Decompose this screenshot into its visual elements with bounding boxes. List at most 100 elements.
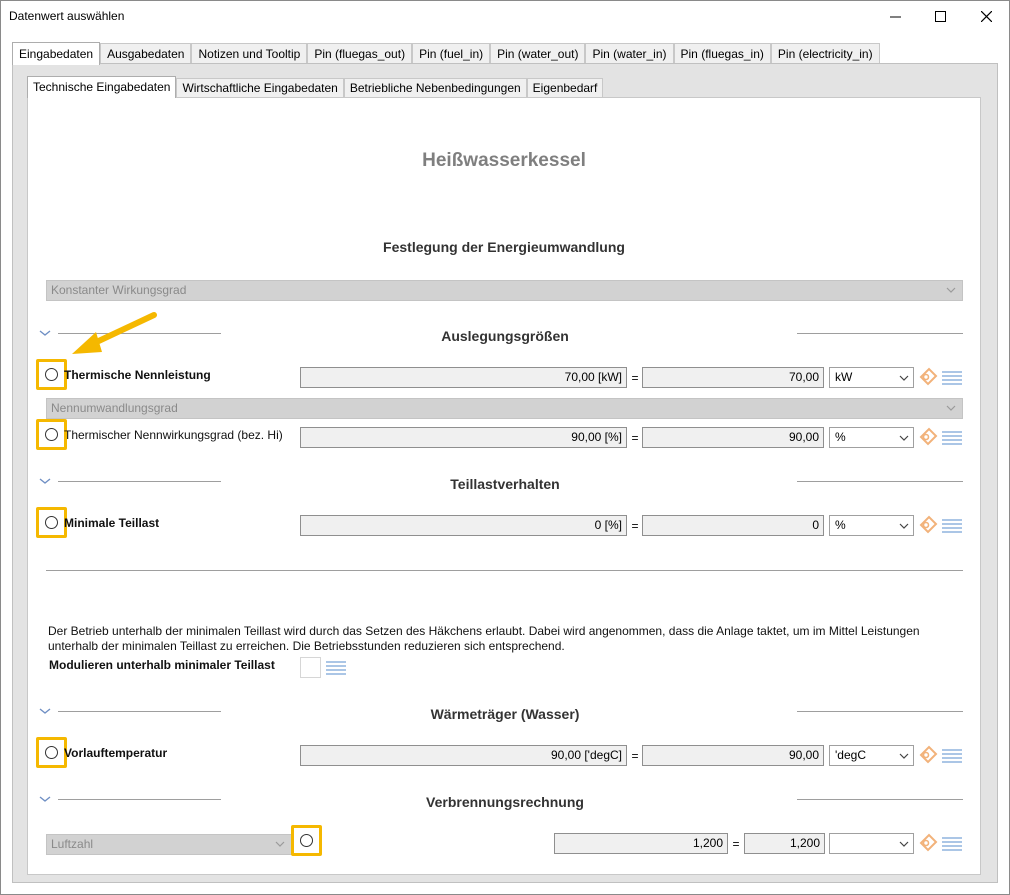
radio-nominal-efficiency[interactable] bbox=[45, 428, 58, 441]
maximize-icon bbox=[934, 10, 946, 22]
unit-value: kW bbox=[835, 370, 853, 384]
tab-eingabedaten[interactable]: Eingabedaten bbox=[12, 42, 101, 65]
maximize-button[interactable] bbox=[917, 0, 963, 32]
min-partload-input[interactable]: 0 bbox=[642, 515, 824, 536]
tab-pin-water-in[interactable]: Pin (water_in) bbox=[585, 43, 674, 64]
tag-icon[interactable] bbox=[918, 367, 938, 387]
divider bbox=[797, 481, 963, 482]
radio-air-ratio[interactable] bbox=[300, 834, 313, 847]
divider bbox=[797, 333, 963, 334]
nominal-efficiency-input[interactable]: 90,00 bbox=[642, 427, 824, 448]
collapse-chevron-icon[interactable] bbox=[38, 706, 52, 716]
nominal-efficiency-label: Thermischer Nennwirkungsgrad (bez. Hi) bbox=[64, 428, 283, 442]
nominal-efficiency-display: 90,00 [%] bbox=[300, 427, 627, 448]
unit-value: 'degC bbox=[835, 748, 866, 762]
flow-temp-display: 90,00 ['degC] bbox=[300, 745, 627, 766]
tab-pin-fluegas-in[interactable]: Pin (fluegas_in) bbox=[673, 43, 771, 64]
collapse-chevron-icon[interactable] bbox=[38, 328, 52, 338]
equals-sign: = bbox=[631, 431, 639, 445]
nominal-power-label: Thermische Nennleistung bbox=[64, 368, 211, 382]
tag-icon[interactable] bbox=[918, 745, 938, 765]
nominal-power-input[interactable]: 70,00 bbox=[642, 367, 824, 388]
list-icon[interactable] bbox=[942, 748, 962, 764]
chevron-down-icon bbox=[899, 753, 909, 759]
list-icon[interactable] bbox=[942, 836, 962, 852]
radio-flow-temp[interactable] bbox=[45, 746, 58, 759]
title-bar bbox=[0, 0, 1010, 32]
partload-info-text: Der Betrieb unterhalb der minimalen Teil… bbox=[48, 624, 920, 653]
tag-icon[interactable] bbox=[918, 833, 938, 853]
air-ratio-input[interactable]: 1,200 bbox=[744, 833, 825, 854]
divider bbox=[797, 799, 963, 800]
efficiency-mode-value: Nennumwandlungsgrad bbox=[51, 401, 178, 415]
main-tab-bar: Eingabedaten Ausgabedaten Notizen und To… bbox=[12, 42, 880, 65]
unit-value: % bbox=[835, 430, 846, 444]
component-title: Heißwasserkessel bbox=[422, 150, 586, 171]
equals-sign: = bbox=[631, 749, 639, 763]
minimize-icon bbox=[889, 16, 901, 17]
radio-min-partload[interactable] bbox=[45, 516, 58, 529]
collapse-chevron-icon[interactable] bbox=[38, 794, 52, 804]
carrier-section-title: Wärmeträger (Wasser) bbox=[430, 706, 580, 722]
nominal-power-display: 70,00 [kW] bbox=[300, 367, 627, 388]
chevron-down-icon bbox=[946, 405, 956, 411]
divider bbox=[58, 799, 221, 800]
chevron-down-icon bbox=[899, 841, 909, 847]
divider bbox=[58, 711, 221, 712]
divider bbox=[46, 570, 963, 571]
annotation-arrow-icon bbox=[72, 312, 157, 354]
tab-pin-fluegas-out[interactable]: Pin (fluegas_out) bbox=[307, 43, 413, 64]
collapse-chevron-icon[interactable] bbox=[38, 476, 52, 486]
sub-tab-bar: Technische Eingabedaten Wirtschaftliche … bbox=[27, 76, 604, 98]
air-ratio-unit-select[interactable] bbox=[829, 833, 914, 854]
tab-pin-fuel-in[interactable]: Pin (fuel_in) bbox=[412, 43, 491, 64]
tab-eigenbedarf[interactable]: Eigenbedarf bbox=[526, 78, 604, 98]
flow-temp-unit-select[interactable]: 'degC bbox=[829, 745, 914, 766]
sizing-section-title: Auslegungsgrößen bbox=[441, 328, 569, 344]
window-title: Datenwert auswählen bbox=[9, 9, 125, 23]
minimize-button[interactable] bbox=[872, 0, 918, 32]
air-ratio-mode-value: Luftzahl bbox=[51, 837, 94, 851]
modulate-checkbox[interactable] bbox=[300, 657, 321, 678]
flow-temp-input[interactable]: 90,00 bbox=[642, 745, 824, 766]
combustion-section-title: Verbrennungsrechnung bbox=[426, 794, 584, 810]
divider bbox=[58, 481, 221, 482]
air-ratio-display: 1,200 bbox=[554, 833, 728, 854]
chevron-down-icon bbox=[899, 435, 909, 441]
tab-wirtschaftliche-eingabedaten[interactable]: Wirtschaftliche Eingabedaten bbox=[176, 78, 344, 98]
chevron-down-icon bbox=[899, 523, 909, 529]
equals-sign: = bbox=[631, 519, 639, 533]
min-partload-unit-select[interactable]: % bbox=[829, 515, 914, 536]
tab-notizen[interactable]: Notizen und Tooltip bbox=[191, 43, 308, 64]
equals-sign: = bbox=[732, 837, 740, 851]
close-icon bbox=[980, 10, 992, 22]
chevron-down-icon bbox=[899, 375, 909, 381]
energy-section-title: Festlegung der Energieumwandlung bbox=[383, 239, 625, 255]
flow-temp-label: Vorlauftemperatur bbox=[64, 746, 168, 760]
tab-betriebliche-nebenbedingungen[interactable]: Betriebliche Nebenbedingungen bbox=[343, 78, 527, 98]
tab-pin-electricity-in[interactable]: Pin (electricity_in) bbox=[770, 43, 880, 64]
equals-sign: = bbox=[631, 371, 639, 385]
tag-icon[interactable] bbox=[918, 427, 938, 447]
tab-ausgabedaten[interactable]: Ausgabedaten bbox=[100, 43, 192, 64]
close-button[interactable] bbox=[963, 0, 1009, 32]
radio-nominal-power[interactable] bbox=[45, 368, 58, 381]
efficiency-mode-select[interactable]: Nennumwandlungsgrad bbox=[46, 398, 963, 419]
list-icon[interactable] bbox=[326, 660, 346, 676]
list-icon[interactable] bbox=[942, 430, 962, 446]
energy-mode-value: Konstanter Wirkungsgrad bbox=[51, 283, 187, 297]
energy-mode-select[interactable]: Konstanter Wirkungsgrad bbox=[46, 280, 963, 301]
nominal-efficiency-unit-select[interactable]: % bbox=[829, 427, 914, 448]
unit-value: % bbox=[835, 518, 846, 532]
tab-technische-eingabedaten[interactable]: Technische Eingabedaten bbox=[27, 76, 177, 98]
list-icon[interactable] bbox=[942, 518, 962, 534]
nominal-power-unit-select[interactable]: kW bbox=[829, 367, 914, 388]
tab-pin-water-out[interactable]: Pin (water_out) bbox=[490, 43, 586, 64]
chevron-down-icon bbox=[946, 287, 956, 293]
tag-icon[interactable] bbox=[918, 515, 938, 535]
list-icon[interactable] bbox=[942, 370, 962, 386]
divider bbox=[797, 711, 963, 712]
min-partload-display: 0 [%] bbox=[300, 515, 627, 536]
chevron-down-icon bbox=[275, 841, 285, 847]
air-ratio-mode-select[interactable]: Luftzahl bbox=[46, 834, 292, 855]
